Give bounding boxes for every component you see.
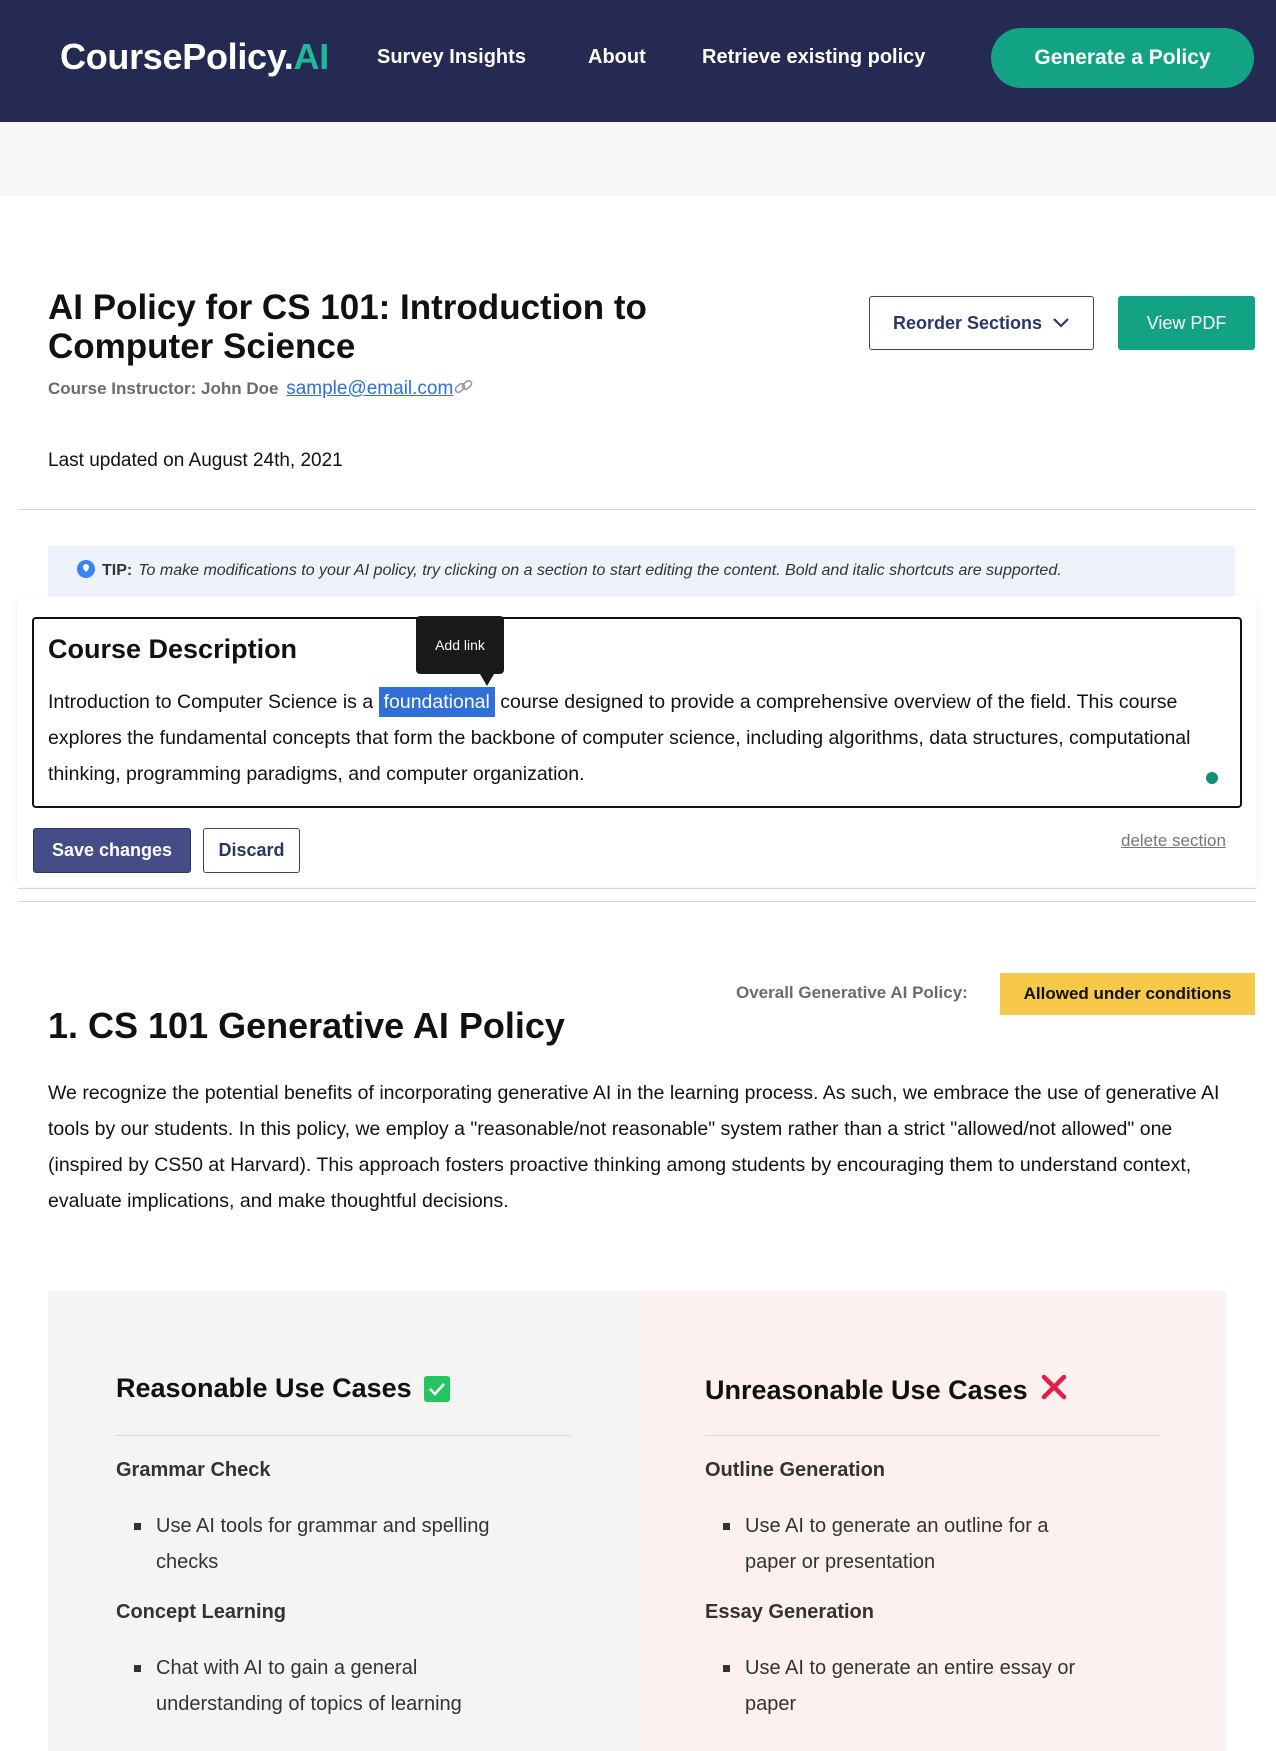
reasonable-title-text: Reasonable Use Cases: [116, 1373, 412, 1403]
chevron-down-icon: [1052, 313, 1070, 334]
unreasonable-title-text: Unreasonable Use Cases: [705, 1375, 1028, 1405]
check-icon: [423, 1375, 450, 1402]
unreasonable-item: Use AI to generate an entire essay or pa…: [705, 1650, 1105, 1722]
page-title: AI Policy for CS 101: Introduction to Co…: [48, 288, 647, 366]
logo-ai-text: AI: [293, 36, 330, 77]
tip-label: TIP:: [102, 562, 133, 579]
instructor-email: sample@email.com: [286, 378, 454, 399]
editor-body[interactable]: Introduction to Computer Science is a fo…: [48, 684, 1228, 792]
reasonable-title: Reasonable Use Cases: [116, 1373, 450, 1404]
header-band: [0, 122, 1276, 196]
last-updated: Last updated on August 24th, 2021: [48, 450, 343, 471]
divider: [18, 509, 1256, 510]
instructor-email-link[interactable]: sample@email.com: [286, 378, 475, 399]
reorder-label: Reorder Sections: [892, 312, 1043, 333]
unreasonable-title: Unreasonable Use Cases: [705, 1373, 1068, 1408]
link-icon: [453, 378, 475, 402]
nav-survey-insights[interactable]: Survey Insights: [377, 46, 526, 69]
overall-policy-label: Overall Generative AI Policy:: [736, 983, 968, 1002]
tip-text: To make modifications to your AI policy,…: [138, 562, 1062, 579]
section-body[interactable]: We recognize the potential benefits of i…: [48, 1075, 1228, 1219]
reasonable-category: Grammar Check: [116, 1459, 271, 1481]
view-pdf-button[interactable]: View PDF: [1118, 296, 1255, 350]
tip-banner: TIP: To make modifications to your AI po…: [48, 546, 1235, 596]
reorder-sections-button[interactable]: Reorder Sections: [869, 296, 1094, 350]
instructor-line: Course Instructor: John Doe sample@email…: [48, 378, 475, 402]
tooltip-arrow: [480, 674, 494, 686]
discard-button[interactable]: Discard: [203, 828, 300, 873]
reasonable-item: Use AI tools for grammar and spelling ch…: [116, 1508, 516, 1580]
section-title[interactable]: 1. CS 101 Generative AI Policy: [48, 1005, 565, 1047]
divider: [18, 888, 1256, 889]
info-icon: [76, 559, 96, 584]
divider: [705, 1435, 1160, 1436]
unreasonable-category: Outline Generation: [705, 1459, 886, 1481]
instructor-label: Course Instructor: John Doe: [48, 379, 279, 398]
reasonable-category: Concept Learning: [116, 1601, 287, 1623]
divider: [116, 1435, 571, 1436]
nav-about[interactable]: About: [588, 46, 646, 69]
delete-section-link[interactable]: delete section: [1121, 831, 1226, 851]
navbar: CoursePolicy.AI Survey Insights About Re…: [0, 0, 1276, 122]
policy-status-badge: Allowed under conditions: [1000, 973, 1255, 1015]
save-changes-button[interactable]: Save changes: [33, 828, 191, 873]
logo-text: CoursePolicy.: [60, 36, 294, 77]
unreasonable-item: Use AI to generate an outline for a pape…: [705, 1508, 1105, 1580]
reasonable-item: Chat with AI to gain a general understan…: [116, 1650, 516, 1722]
unreasonable-category: Essay Generation: [705, 1601, 874, 1623]
divider: [18, 901, 1256, 902]
generate-policy-button[interactable]: Generate a Policy: [991, 28, 1254, 88]
selected-text[interactable]: foundational: [378, 687, 495, 717]
add-link-tooltip[interactable]: Add link: [416, 616, 504, 674]
editor-text-before: Introduction to Computer Science is a: [48, 691, 379, 713]
editor-section-title[interactable]: Course Description: [48, 634, 297, 665]
logo[interactable]: CoursePolicy.AI: [60, 36, 329, 78]
editor-status-dot: [1206, 772, 1218, 784]
cross-icon: [1040, 1373, 1068, 1408]
nav-retrieve-policy[interactable]: Retrieve existing policy: [702, 46, 925, 69]
